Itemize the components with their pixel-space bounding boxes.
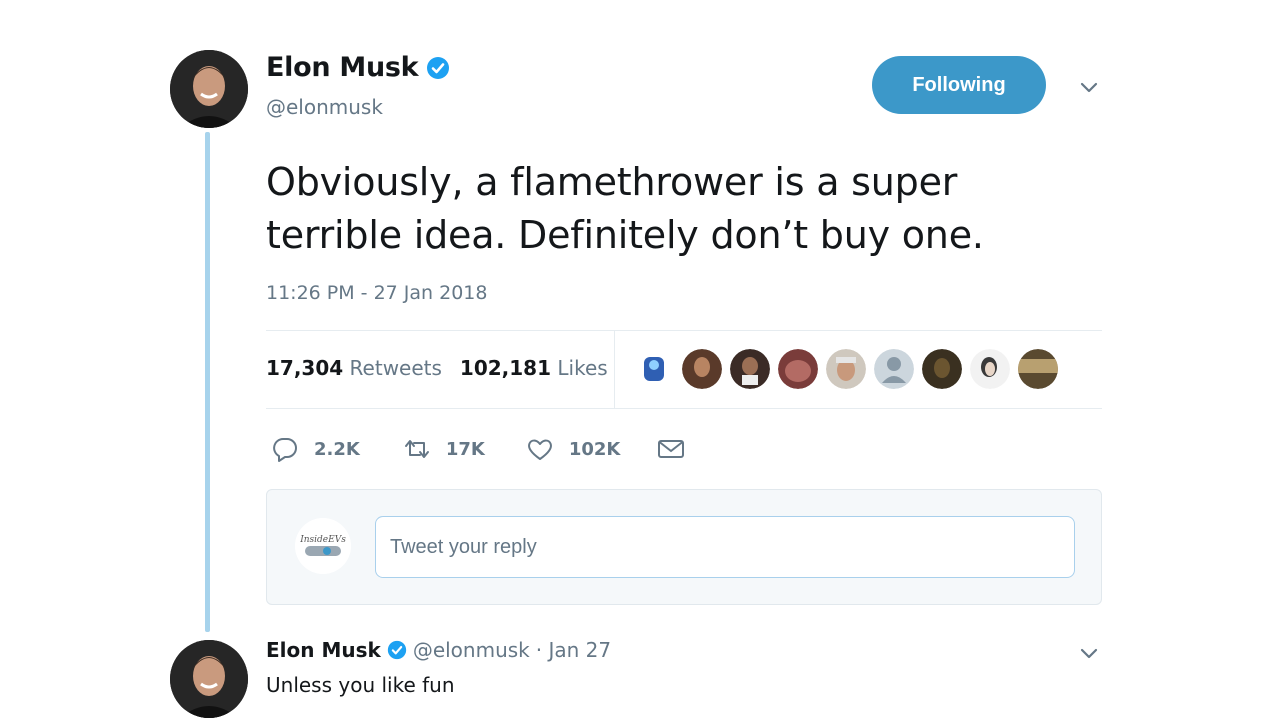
liker-avatar[interactable] xyxy=(778,349,818,389)
retweet-action[interactable]: 17K xyxy=(402,434,485,464)
liker-avatar[interactable] xyxy=(970,349,1010,389)
retweets-label: Retweets xyxy=(349,356,442,380)
liker-avatar[interactable] xyxy=(826,349,866,389)
likes-stat[interactable]: 102,181 Likes xyxy=(460,356,608,380)
verified-badge-icon xyxy=(427,56,450,79)
direct-message-action[interactable] xyxy=(656,434,686,464)
current-user-avatar[interactable]: InsideEVs xyxy=(295,518,351,574)
liker-avatar[interactable] xyxy=(1018,349,1058,389)
stats-separator xyxy=(614,331,615,408)
liker-avatar[interactable] xyxy=(682,349,722,389)
reply-action[interactable]: 2.2K xyxy=(270,434,360,464)
liker-avatar[interactable] xyxy=(730,349,770,389)
reply-compose-box: InsideEVs xyxy=(266,489,1102,605)
chevron-down-icon[interactable] xyxy=(1078,642,1100,664)
reply-input[interactable] xyxy=(375,516,1075,578)
verified-badge-icon xyxy=(387,640,406,660)
author-name[interactable]: Elon Musk xyxy=(266,52,450,83)
liker-avatar[interactable] xyxy=(874,349,914,389)
likers-avatars xyxy=(634,349,1058,389)
author-avatar[interactable] xyxy=(170,50,248,128)
author-name-text[interactable]: Elon Musk xyxy=(266,52,419,83)
retweet-count: 17K xyxy=(445,438,485,460)
thread-line xyxy=(205,132,210,632)
direct-message-icon xyxy=(658,440,685,458)
reply-icon xyxy=(273,438,297,462)
following-button[interactable]: Following xyxy=(872,56,1046,114)
reply-text: Unless you like fun xyxy=(266,673,455,697)
reply-author-name[interactable]: Elon Musk xyxy=(266,638,381,662)
divider xyxy=(266,330,1102,331)
avatar-logo-text: InsideEVs xyxy=(299,535,346,545)
chevron-down-icon[interactable] xyxy=(1078,76,1100,98)
author-handle[interactable]: @elonmusk xyxy=(266,95,383,119)
like-action[interactable]: 102K xyxy=(525,434,621,464)
liker-avatar[interactable] xyxy=(634,349,674,389)
reply-author-handle[interactable]: @elonmusk xyxy=(413,638,530,662)
reply-author-avatar[interactable] xyxy=(170,640,248,718)
reply-header: Elon Musk @elonmusk · Jan 27 xyxy=(266,638,611,662)
reply-date[interactable]: · Jan 27 xyxy=(536,638,611,662)
like-icon xyxy=(527,439,552,460)
tweet-actions: 2.2K 17K 102K xyxy=(270,434,686,464)
retweets-count: 17,304 xyxy=(266,356,344,380)
tweet-stats: 17,304 Retweets 102,181 Likes xyxy=(266,356,608,380)
divider xyxy=(266,408,1102,409)
tweet-text: Obviously, a flamethrower is a super ter… xyxy=(266,160,984,257)
like-count: 102K xyxy=(568,438,621,460)
retweet-icon xyxy=(404,440,429,458)
tweet-timestamp[interactable]: 11:26 PM - 27 Jan 2018 xyxy=(266,282,487,304)
likes-count: 102,181 xyxy=(459,356,552,380)
liker-avatar[interactable] xyxy=(922,349,962,389)
reply-count: 2.2K xyxy=(314,438,360,460)
retweets-stat[interactable]: 17,304 Retweets xyxy=(266,356,442,380)
likes-label: Likes xyxy=(557,356,608,380)
